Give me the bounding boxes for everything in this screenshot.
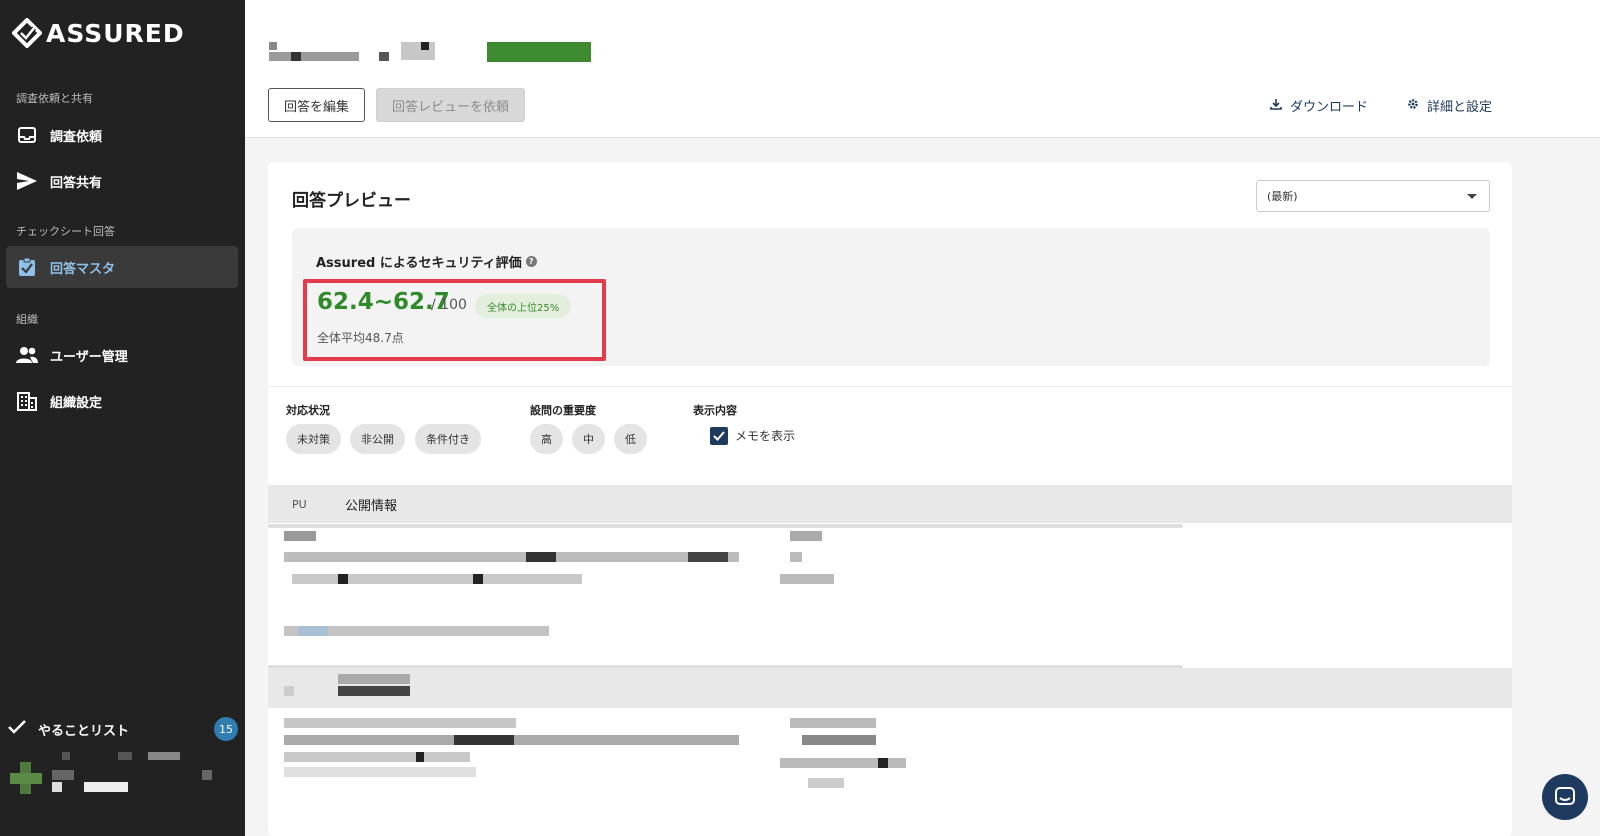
sidebar-item-requests[interactable]: 調査依頼	[6, 114, 238, 156]
request-review-button[interactable]: 回答レビューを依頼	[376, 88, 526, 122]
chip-private[interactable]: 非公開	[350, 424, 405, 454]
sidebar-item-share[interactable]: 回答共有	[6, 160, 238, 202]
show-memo-checkbox[interactable]	[710, 427, 728, 445]
score-highlight-box: 62.4~62.7 / 100 全体の上位25% 全体平均48.7点	[303, 279, 606, 361]
version-select-value: (最新)	[1267, 190, 1298, 203]
check-icon	[8, 720, 26, 738]
logo-mark-icon	[12, 18, 42, 48]
clipboard-check-icon	[16, 256, 38, 278]
section-label-checksheet: チェックシート回答	[16, 225, 115, 238]
send-icon	[16, 170, 38, 192]
details-settings-link[interactable]: 詳細と設定	[1407, 96, 1492, 115]
download-icon	[1270, 98, 1282, 114]
gear-icon	[1407, 98, 1419, 114]
todo-label: やることリスト	[38, 723, 130, 739]
download-label: ダウンロード	[1290, 100, 1369, 115]
sidebar-item-label: 回答共有	[50, 175, 103, 191]
users-icon	[16, 344, 38, 366]
score-denominator: / 100	[431, 297, 467, 313]
sidebar-item-answer-master[interactable]: 回答マスタ	[6, 246, 238, 288]
display-filter-label: 表示内容	[693, 404, 737, 417]
score-heading-text: Assured によるセキュリティ評価	[316, 256, 522, 271]
page-header: 回答を編集 回答レビューを依頼 ダウンロード 詳細と設定	[245, 0, 1600, 138]
average-score: 全体平均48.7点	[317, 331, 404, 345]
sidebar-item-label: 組織設定	[50, 395, 103, 411]
card-title: 回答プレビュー	[292, 191, 411, 211]
importance-filter-label: 設問の重要度	[530, 404, 596, 417]
status-filter-label: 対応状況	[286, 404, 330, 417]
sidebar-item-label: 調査依頼	[50, 129, 103, 145]
section-code: PU	[292, 497, 307, 511]
todo-count-badge: 15	[214, 717, 238, 741]
chip-high[interactable]: 高	[530, 424, 563, 454]
rank-badge: 全体の上位25%	[475, 294, 572, 318]
show-memo-label: メモを表示	[735, 429, 796, 443]
chip-conditional[interactable]: 条件付き	[415, 424, 481, 454]
chip-medium[interactable]: 中	[572, 424, 605, 454]
download-link[interactable]: ダウンロード	[1270, 96, 1368, 115]
score-heading: Assured によるセキュリティ評価 ?	[316, 252, 537, 271]
list-item[interactable]	[268, 528, 1512, 668]
chat-icon	[1555, 787, 1575, 805]
score-value: 62.4~62.7	[317, 289, 450, 315]
divider	[268, 386, 1512, 387]
chevron-down-icon	[1467, 194, 1477, 199]
avatar	[10, 762, 42, 794]
list-item[interactable]	[268, 718, 1512, 836]
chip-low[interactable]: 低	[614, 424, 647, 454]
sidebar-item-label: 回答マスタ	[50, 261, 116, 277]
logo-text: ASSURED	[46, 18, 185, 48]
answer-preview-card: 回答プレビュー (最新) Assured によるセキュリティ評価 ? 62.4~…	[268, 162, 1512, 836]
security-score-panel: Assured によるセキュリティ評価 ? 62.4~62.7 / 100 全体…	[292, 228, 1490, 366]
chip-unaddressed[interactable]: 未対策	[286, 424, 341, 454]
version-select[interactable]: (最新)	[1256, 180, 1490, 212]
assured-logo[interactable]: ASSURED	[12, 16, 185, 50]
sidebar: ASSURED 調査依頼と共有 調査依頼 回答共有 チェックシート回答 回答マス…	[0, 0, 245, 836]
user-account-menu[interactable]	[10, 752, 225, 816]
sidebar-item-label: ユーザー管理	[50, 349, 128, 365]
sidebar-item-org-settings[interactable]: 組織設定	[6, 380, 238, 422]
section-header-pu[interactable]: PU 公開情報	[268, 485, 1512, 523]
details-settings-label: 詳細と設定	[1427, 100, 1493, 115]
section-name: 公開情報	[345, 498, 398, 514]
inbox-icon	[16, 124, 38, 146]
todo-list-link[interactable]: やることリスト 15	[8, 714, 238, 744]
building-icon	[16, 390, 38, 412]
section-label-requests: 調査依頼と共有	[16, 92, 93, 105]
checkmark-icon	[713, 431, 725, 441]
sidebar-item-users[interactable]: ユーザー管理	[6, 334, 238, 376]
help-icon[interactable]: ?	[525, 256, 537, 267]
edit-answer-button[interactable]: 回答を編集	[268, 88, 366, 122]
section-label-org: 組織	[16, 313, 38, 326]
chat-support-button[interactable]	[1542, 774, 1588, 820]
page-title-redacted	[269, 40, 599, 66]
section-header-redacted[interactable]	[268, 668, 1512, 708]
